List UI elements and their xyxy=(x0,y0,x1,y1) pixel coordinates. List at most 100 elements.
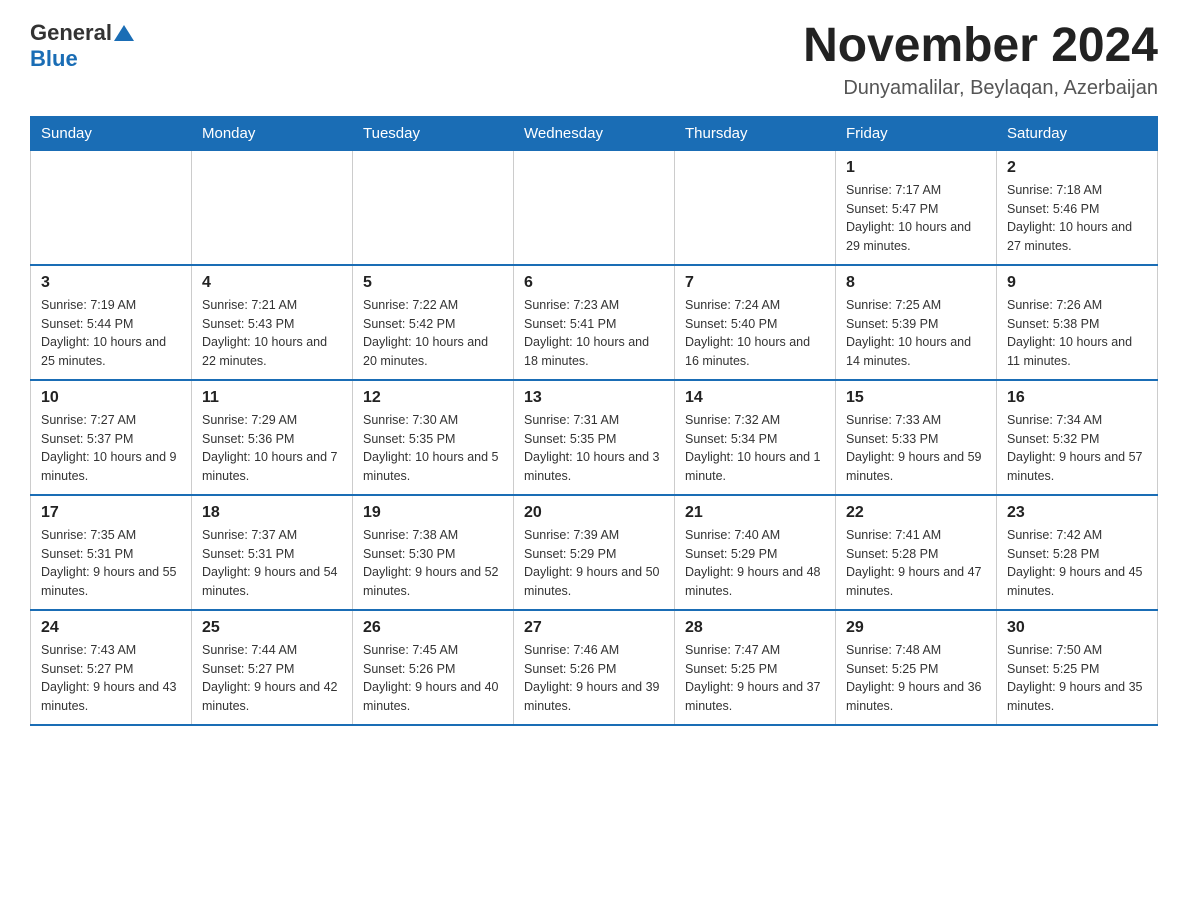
calendar-week-row: 10 Sunrise: 7:27 AM Sunset: 5:37 PM Dayli… xyxy=(31,380,1158,495)
weekday-header-sunday: Sunday xyxy=(31,116,192,150)
calendar-day-cell: 8 Sunrise: 7:25 AM Sunset: 5:39 PM Daylig… xyxy=(836,265,997,380)
day-info: Sunrise: 7:42 AM Sunset: 5:28 PM Dayligh… xyxy=(1007,526,1147,601)
calendar-day-cell xyxy=(514,150,675,265)
day-number: 1 xyxy=(846,159,986,177)
day-number: 16 xyxy=(1007,389,1147,407)
day-info: Sunrise: 7:29 AM Sunset: 5:36 PM Dayligh… xyxy=(202,411,342,486)
day-info: Sunrise: 7:47 AM Sunset: 5:25 PM Dayligh… xyxy=(685,641,825,716)
day-info: Sunrise: 7:24 AM Sunset: 5:40 PM Dayligh… xyxy=(685,296,825,371)
title-section: November 2024 Dunyamalilar, Beylaqan, Az… xyxy=(803,20,1158,100)
day-number: 12 xyxy=(363,389,503,407)
day-info: Sunrise: 7:19 AM Sunset: 5:44 PM Dayligh… xyxy=(41,296,181,371)
weekday-header-friday: Friday xyxy=(836,116,997,150)
day-info: Sunrise: 7:26 AM Sunset: 5:38 PM Dayligh… xyxy=(1007,296,1147,371)
calendar-day-cell: 4 Sunrise: 7:21 AM Sunset: 5:43 PM Daylig… xyxy=(192,265,353,380)
day-info: Sunrise: 7:40 AM Sunset: 5:29 PM Dayligh… xyxy=(685,526,825,601)
calendar-day-cell: 5 Sunrise: 7:22 AM Sunset: 5:42 PM Daylig… xyxy=(353,265,514,380)
day-number: 4 xyxy=(202,274,342,292)
day-number: 20 xyxy=(524,504,664,522)
day-info: Sunrise: 7:21 AM Sunset: 5:43 PM Dayligh… xyxy=(202,296,342,371)
day-info: Sunrise: 7:23 AM Sunset: 5:41 PM Dayligh… xyxy=(524,296,664,371)
calendar-day-cell: 9 Sunrise: 7:26 AM Sunset: 5:38 PM Daylig… xyxy=(997,265,1158,380)
day-info: Sunrise: 7:45 AM Sunset: 5:26 PM Dayligh… xyxy=(363,641,503,716)
day-info: Sunrise: 7:37 AM Sunset: 5:31 PM Dayligh… xyxy=(202,526,342,601)
day-number: 27 xyxy=(524,619,664,637)
day-info: Sunrise: 7:46 AM Sunset: 5:26 PM Dayligh… xyxy=(524,641,664,716)
calendar-day-cell: 29Sunrise: 7:48 AM Sunset: 5:25 PM Dayli… xyxy=(836,610,997,725)
day-info: Sunrise: 7:43 AM Sunset: 5:27 PM Dayligh… xyxy=(41,641,181,716)
day-info: Sunrise: 7:50 AM Sunset: 5:25 PM Dayligh… xyxy=(1007,641,1147,716)
day-number: 10 xyxy=(41,389,181,407)
day-info: Sunrise: 7:25 AM Sunset: 5:39 PM Dayligh… xyxy=(846,296,986,371)
calendar-body: 1 Sunrise: 7:17 AM Sunset: 5:47 PM Daylig… xyxy=(31,150,1158,725)
calendar-day-cell: 14Sunrise: 7:32 AM Sunset: 5:34 PM Dayli… xyxy=(675,380,836,495)
day-info: Sunrise: 7:31 AM Sunset: 5:35 PM Dayligh… xyxy=(524,411,664,486)
calendar-day-cell: 15Sunrise: 7:33 AM Sunset: 5:33 PM Dayli… xyxy=(836,380,997,495)
weekday-header-row: SundayMondayTuesdayWednesdayThursdayFrid… xyxy=(31,116,1158,150)
calendar-day-cell: 3Sunrise: 7:19 AM Sunset: 5:44 PM Daylig… xyxy=(31,265,192,380)
calendar-day-cell xyxy=(675,150,836,265)
day-number: 5 xyxy=(363,274,503,292)
location: Dunyamalilar, Beylaqan, Azerbaijan xyxy=(803,77,1158,100)
day-number: 13 xyxy=(524,389,664,407)
day-number: 2 xyxy=(1007,159,1147,177)
day-number: 11 xyxy=(202,389,342,407)
calendar-day-cell: 20Sunrise: 7:39 AM Sunset: 5:29 PM Dayli… xyxy=(514,495,675,610)
day-info: Sunrise: 7:17 AM Sunset: 5:47 PM Dayligh… xyxy=(846,181,986,256)
day-number: 6 xyxy=(524,274,664,292)
calendar-week-row: 17 Sunrise: 7:35 AM Sunset: 5:31 PM Dayli… xyxy=(31,495,1158,610)
calendar-week-row: 1 Sunrise: 7:17 AM Sunset: 5:47 PM Daylig… xyxy=(31,150,1158,265)
day-info: Sunrise: 7:18 AM Sunset: 5:46 PM Dayligh… xyxy=(1007,181,1147,256)
day-info: Sunrise: 7:32 AM Sunset: 5:34 PM Dayligh… xyxy=(685,411,825,486)
month-title: November 2024 xyxy=(803,20,1158,73)
weekday-header-monday: Monday xyxy=(192,116,353,150)
calendar-day-cell xyxy=(353,150,514,265)
day-number: 26 xyxy=(363,619,503,637)
calendar-day-cell: 24 Sunrise: 7:43 AM Sunset: 5:27 PM Dayli… xyxy=(31,610,192,725)
day-number: 8 xyxy=(846,274,986,292)
day-info: Sunrise: 7:30 AM Sunset: 5:35 PM Dayligh… xyxy=(363,411,503,486)
calendar-day-cell: 22Sunrise: 7:41 AM Sunset: 5:28 PM Dayli… xyxy=(836,495,997,610)
calendar-day-cell: 11 Sunrise: 7:29 AM Sunset: 5:36 PM Dayli… xyxy=(192,380,353,495)
logo-blue-text: Blue xyxy=(30,46,78,71)
day-number: 17 xyxy=(41,504,181,522)
calendar-day-cell: 6 Sunrise: 7:23 AM Sunset: 5:41 PM Daylig… xyxy=(514,265,675,380)
day-info: Sunrise: 7:44 AM Sunset: 5:27 PM Dayligh… xyxy=(202,641,342,716)
logo-general-text: General xyxy=(30,20,112,46)
calendar-day-cell xyxy=(31,150,192,265)
calendar-day-cell: 30 Sunrise: 7:50 AM Sunset: 5:25 PM Dayli… xyxy=(997,610,1158,725)
calendar-day-cell: 13 Sunrise: 7:31 AM Sunset: 5:35 PM Dayli… xyxy=(514,380,675,495)
day-info: Sunrise: 7:22 AM Sunset: 5:42 PM Dayligh… xyxy=(363,296,503,371)
day-number: 23 xyxy=(1007,504,1147,522)
calendar-day-cell: 28Sunrise: 7:47 AM Sunset: 5:25 PM Dayli… xyxy=(675,610,836,725)
calendar-day-cell: 12 Sunrise: 7:30 AM Sunset: 5:35 PM Dayli… xyxy=(353,380,514,495)
day-number: 19 xyxy=(363,504,503,522)
day-number: 30 xyxy=(1007,619,1147,637)
calendar-day-cell: 21 Sunrise: 7:40 AM Sunset: 5:29 PM Dayli… xyxy=(675,495,836,610)
calendar-day-cell: 17 Sunrise: 7:35 AM Sunset: 5:31 PM Dayli… xyxy=(31,495,192,610)
calendar-day-cell: 7Sunrise: 7:24 AM Sunset: 5:40 PM Daylig… xyxy=(675,265,836,380)
calendar-day-cell: 1 Sunrise: 7:17 AM Sunset: 5:47 PM Daylig… xyxy=(836,150,997,265)
calendar-week-row: 3Sunrise: 7:19 AM Sunset: 5:44 PM Daylig… xyxy=(31,265,1158,380)
day-number: 22 xyxy=(846,504,986,522)
logo: General Blue xyxy=(30,20,134,72)
calendar-day-cell: 18 Sunrise: 7:37 AM Sunset: 5:31 PM Dayli… xyxy=(192,495,353,610)
day-info: Sunrise: 7:27 AM Sunset: 5:37 PM Dayligh… xyxy=(41,411,181,486)
calendar-day-cell: 2 Sunrise: 7:18 AM Sunset: 5:46 PM Daylig… xyxy=(997,150,1158,265)
day-info: Sunrise: 7:34 AM Sunset: 5:32 PM Dayligh… xyxy=(1007,411,1147,486)
day-number: 24 xyxy=(41,619,181,637)
day-info: Sunrise: 7:35 AM Sunset: 5:31 PM Dayligh… xyxy=(41,526,181,601)
day-number: 9 xyxy=(1007,274,1147,292)
weekday-header-wednesday: Wednesday xyxy=(514,116,675,150)
page-header: General Blue November 2024 Dunyamalilar,… xyxy=(30,20,1158,100)
calendar-table: SundayMondayTuesdayWednesdayThursdayFrid… xyxy=(30,116,1158,726)
weekday-header-thursday: Thursday xyxy=(675,116,836,150)
day-number: 18 xyxy=(202,504,342,522)
day-number: 21 xyxy=(685,504,825,522)
day-number: 25 xyxy=(202,619,342,637)
calendar-day-cell: 16 Sunrise: 7:34 AM Sunset: 5:32 PM Dayli… xyxy=(997,380,1158,495)
calendar-day-cell: 26 Sunrise: 7:45 AM Sunset: 5:26 PM Dayli… xyxy=(353,610,514,725)
day-number: 15 xyxy=(846,389,986,407)
calendar-day-cell: 23 Sunrise: 7:42 AM Sunset: 5:28 PM Dayli… xyxy=(997,495,1158,610)
calendar-day-cell: 27 Sunrise: 7:46 AM Sunset: 5:26 PM Dayli… xyxy=(514,610,675,725)
